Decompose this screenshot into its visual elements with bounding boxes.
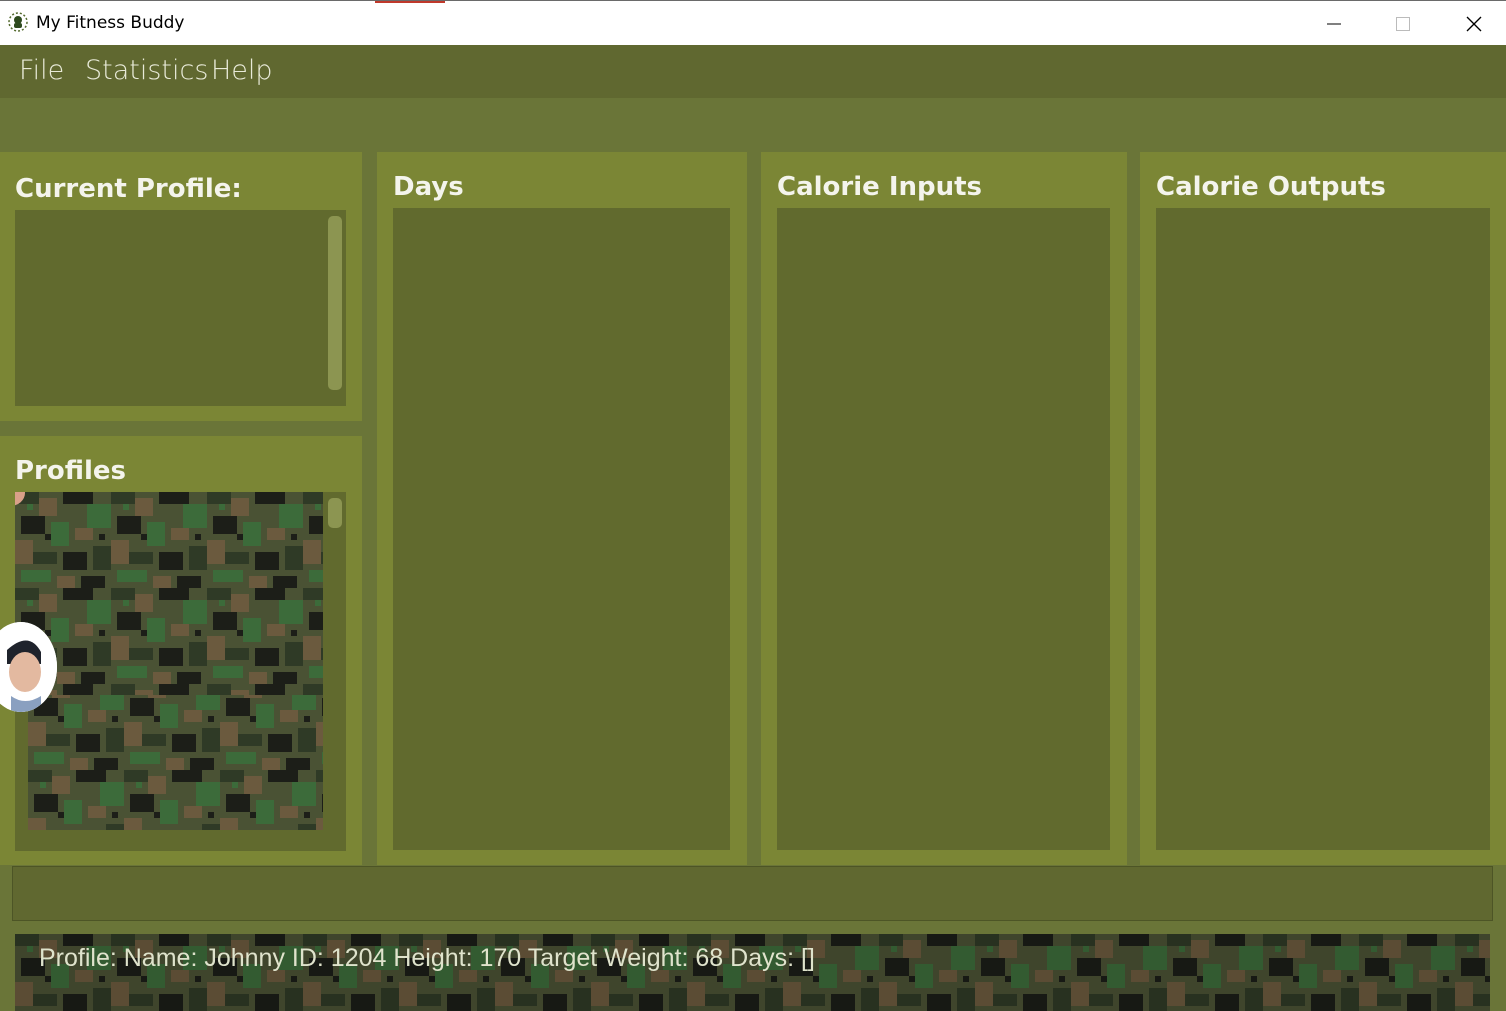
toolbar-area	[0, 98, 1506, 150]
result-text: Profile: Name: Johnny ID: 1204 Height: 1…	[39, 944, 815, 972]
calorie-inputs-title: Calorie Inputs	[777, 172, 983, 202]
calorie-inputs-list[interactable]	[777, 208, 1110, 850]
menu-file[interactable]: File	[19, 55, 64, 86]
calorie-inputs-panel: Calorie Inputs	[761, 152, 1127, 865]
minimize-icon	[1326, 16, 1342, 32]
title-accent	[375, 1, 445, 3]
profiles-scrollbar[interactable]	[328, 498, 342, 528]
title-bar: My Fitness Buddy	[0, 0, 1506, 45]
days-title: Days	[393, 172, 464, 202]
current-profile-list[interactable]	[15, 210, 346, 406]
list-item[interactable]	[15, 695, 323, 851]
days-panel: Days	[377, 152, 747, 865]
close-icon	[1465, 15, 1483, 33]
menu-help[interactable]: Help	[211, 55, 273, 86]
command-input[interactable]	[12, 866, 1493, 921]
current-profile-panel: Current Profile:	[0, 152, 362, 421]
profiles-title: Profiles	[15, 456, 127, 486]
menu-bar: File Statistics Help	[0, 45, 1506, 98]
fitness-buddy-logo-icon	[7, 11, 29, 33]
close-button[interactable]	[1439, 1, 1506, 46]
result-display: Profile: Name: Johnny ID: 1204 Height: 1…	[15, 934, 1490, 1011]
calorie-outputs-title: Calorie Outputs	[1156, 172, 1386, 202]
maximize-button[interactable]	[1368, 1, 1438, 46]
current-profile-scrollbar[interactable]	[328, 216, 342, 390]
current-profile-title: Current Profile:	[15, 174, 242, 204]
profiles-panel: Profiles	[0, 436, 362, 865]
list-item[interactable]	[15, 492, 323, 695]
window-title: My Fitness Buddy	[36, 13, 185, 33]
calorie-outputs-panel: Calorie Outputs	[1140, 152, 1506, 865]
calorie-outputs-list[interactable]	[1156, 208, 1490, 850]
minimize-button[interactable]	[1299, 1, 1369, 46]
profiles-list[interactable]	[0, 492, 346, 851]
menu-statistics[interactable]: Statistics	[85, 55, 208, 86]
maximize-icon	[1395, 16, 1411, 32]
days-list[interactable]	[393, 208, 730, 850]
